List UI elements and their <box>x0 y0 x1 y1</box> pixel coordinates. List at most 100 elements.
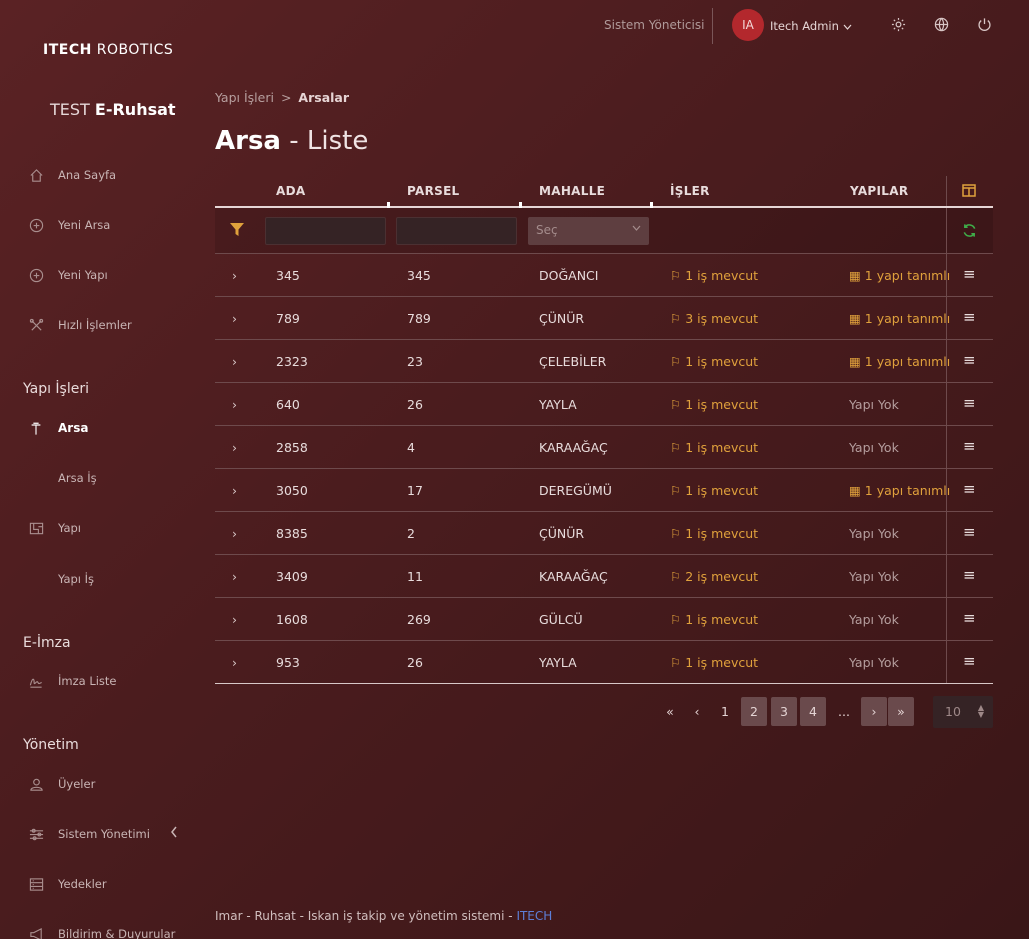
filter-icon[interactable] <box>230 223 244 240</box>
globe-icon[interactable] <box>932 15 950 33</box>
user-menu[interactable]: Itech Admin <box>770 19 852 33</box>
cell-ada: 1608 <box>276 612 308 627</box>
pagination-prev-button[interactable]: ‹ <box>684 697 710 726</box>
sidebar-item-arsa-is[interactable]: Arsa İş <box>0 463 200 493</box>
cell-isler[interactable]: ⚐ 1 iş mevcut <box>670 268 758 283</box>
cell-isler[interactable]: ⚐ 1 iş mevcut <box>670 655 758 670</box>
expand-chevron-icon[interactable]: › <box>232 569 237 584</box>
sidebar-item-label: İmza Liste <box>58 674 117 688</box>
row-menu-icon[interactable]: ≡ <box>963 480 976 498</box>
row-menu-icon[interactable]: ≡ <box>963 566 976 584</box>
table-row: › 789 789 ÇÜNÜR ⚐ 3 iş mevcut ▦ 1 yapı tanıml… <box>215 297 993 340</box>
cell-isler[interactable]: ⚐ 1 iş mevcut <box>670 612 758 627</box>
top-header: Sistem Yöneticisi IA Itech Admin <box>0 0 1029 50</box>
sidebar-item-yeni-yapi[interactable]: Yeni Yapı <box>0 260 200 290</box>
column-header-parsel[interactable]: PARSEL <box>407 184 460 198</box>
avatar[interactable]: IA <box>732 9 764 41</box>
columns-toggle-icon[interactable] <box>962 184 976 201</box>
expand-chevron-icon[interactable]: › <box>232 483 237 498</box>
sidebar-item-label: Üyeler <box>58 777 96 791</box>
sidebar-item-imza-liste[interactable]: İmza Liste <box>0 666 200 696</box>
column-header-yapilar[interactable]: YAPILAR <box>850 184 908 198</box>
megaphone-icon <box>28 926 44 939</box>
blueprint-icon: ▦ <box>849 311 861 326</box>
row-menu-icon[interactable]: ≡ <box>963 394 976 412</box>
cell-isler[interactable]: ⚐ 2 iş mevcut <box>670 569 758 584</box>
yapilar-text: 1 yapı tanımlı <box>864 311 951 326</box>
sidebar-item-yeni-arsa[interactable]: Yeni Arsa <box>0 210 200 240</box>
pagination-next-button[interactable]: › <box>861 697 887 726</box>
expand-chevron-icon[interactable]: › <box>232 268 237 283</box>
pagination-last-button[interactable]: » <box>888 697 914 726</box>
sidebar-item-bildirim[interactable]: Bildirim & Duyurular <box>0 919 200 939</box>
cell-isler[interactable]: ⚐ 1 iş mevcut <box>670 354 758 369</box>
chevron-left-icon[interactable] <box>170 826 178 842</box>
pagination-page-1[interactable]: 1 <box>712 697 738 726</box>
cell-isler[interactable]: ⚐ 1 iş mevcut <box>670 397 758 412</box>
expand-chevron-icon[interactable]: › <box>232 311 237 326</box>
row-menu-icon[interactable]: ≡ <box>963 308 976 326</box>
expand-chevron-icon[interactable]: › <box>232 440 237 455</box>
expand-chevron-icon[interactable]: › <box>232 526 237 541</box>
gear-icon[interactable] <box>889 15 907 33</box>
nav-section-yonetim: Yönetim <box>23 737 79 753</box>
expand-chevron-icon[interactable]: › <box>232 655 237 670</box>
table-row: › 3050 17 DEREGÜMÜ ⚐ 1 iş mevcut ▦ 1 yapı tan… <box>215 469 993 512</box>
cell-isler[interactable]: ⚐ 1 iş mevcut <box>670 526 758 541</box>
cell-yapilar[interactable]: ▦ 1 yapı tanımlı <box>849 354 950 369</box>
expand-chevron-icon[interactable]: › <box>232 354 237 369</box>
row-menu-icon[interactable]: ≡ <box>963 523 976 541</box>
sidebar-item-sistem-yonetimi[interactable]: Sistem Yönetimi <box>0 819 200 849</box>
sidebar-item-yapi-is[interactable]: Yapı İş <box>0 564 200 594</box>
table-row: › 2858 4 KARAAĞAÇ ⚐ 1 iş mevcut Yapı Yok ≡ <box>215 426 993 469</box>
cell-yapilar[interactable]: ▦ 1 yapı tanımlı <box>849 311 950 326</box>
row-menu-icon[interactable]: ≡ <box>963 652 976 670</box>
column-header-ada[interactable]: ADA <box>276 184 305 198</box>
pagination-page-2[interactable]: 2 <box>741 697 767 726</box>
row-menu-icon[interactable]: ≡ <box>963 265 976 283</box>
cell-yapilar[interactable]: ▦ 1 yapı tanımlı <box>849 268 950 283</box>
sidebar-item-ana-sayfa[interactable]: Ana Sayfa <box>0 160 200 190</box>
cell-isler[interactable]: ⚐ 3 iş mevcut <box>670 311 758 326</box>
sidebar-item-uyeler[interactable]: Üyeler <box>0 769 200 799</box>
yapilar-text: 1 yapı tanımlı <box>864 354 951 369</box>
filter-parsel-input[interactable] <box>396 217 517 245</box>
footer-brand-link[interactable]: ITECH <box>516 909 552 923</box>
pagination-first-button[interactable]: « <box>657 697 683 726</box>
column-header-mahalle[interactable]: MAHALLE <box>539 184 605 198</box>
page-size-select[interactable]: 10 ▲ ▼ <box>933 696 993 728</box>
row-menu-icon[interactable]: ≡ <box>963 609 976 627</box>
filter-ada-input[interactable] <box>265 217 386 245</box>
filter-mahalle-select[interactable]: Seç <box>528 217 649 245</box>
pagination-page-4[interactable]: 4 <box>800 697 826 726</box>
footer: Imar - Ruhsat - Iskan iş takip ve yöneti… <box>215 909 552 923</box>
cell-yapilar[interactable]: ▦ 1 yapı tanımlı <box>849 483 950 498</box>
cell-mahalle: YAYLA <box>539 655 577 670</box>
flag-icon: ⚐ <box>670 268 682 283</box>
chevron-down-icon <box>632 223 641 234</box>
cell-yapilar: Yapı Yok <box>849 526 899 541</box>
cell-isler[interactable]: ⚐ 1 iş mevcut <box>670 440 758 455</box>
cell-mahalle: DEREGÜMÜ <box>539 483 612 498</box>
row-menu-icon[interactable]: ≡ <box>963 437 976 455</box>
add-circle-icon <box>28 267 44 283</box>
expand-chevron-icon[interactable]: › <box>232 397 237 412</box>
cell-mahalle: GÜLCÜ <box>539 612 583 627</box>
table-row: › 345 345 DOĞANCI ⚐ 1 iş mevcut ▦ 1 yapı tanı… <box>215 254 993 297</box>
sidebar-item-label: Arsa <box>58 421 89 435</box>
sidebar-item-hizli-islemler[interactable]: Hızlı İşlemler <box>0 310 200 340</box>
cell-isler[interactable]: ⚐ 1 iş mevcut <box>670 483 758 498</box>
sidebar-item-yapi[interactable]: Yapı <box>0 513 200 543</box>
row-menu-icon[interactable]: ≡ <box>963 351 976 369</box>
sidebar-item-arsa[interactable]: Arsa <box>0 413 200 443</box>
sidebar-item-yedekler[interactable]: Yedekler <box>0 869 200 899</box>
expand-chevron-icon[interactable]: › <box>232 612 237 627</box>
power-icon[interactable] <box>975 15 993 33</box>
column-header-isler[interactable]: İŞLER <box>670 184 710 198</box>
app-prefix: TEST <box>50 100 90 119</box>
refresh-icon[interactable] <box>962 223 977 242</box>
pagination-page-3[interactable]: 3 <box>771 697 797 726</box>
breadcrumb-parent[interactable]: Yapı İşleri <box>215 90 274 105</box>
filter-row: Seç <box>215 208 993 254</box>
table-header: ADA PARSEL MAHALLE İŞLER YAPILAR <box>215 176 993 208</box>
